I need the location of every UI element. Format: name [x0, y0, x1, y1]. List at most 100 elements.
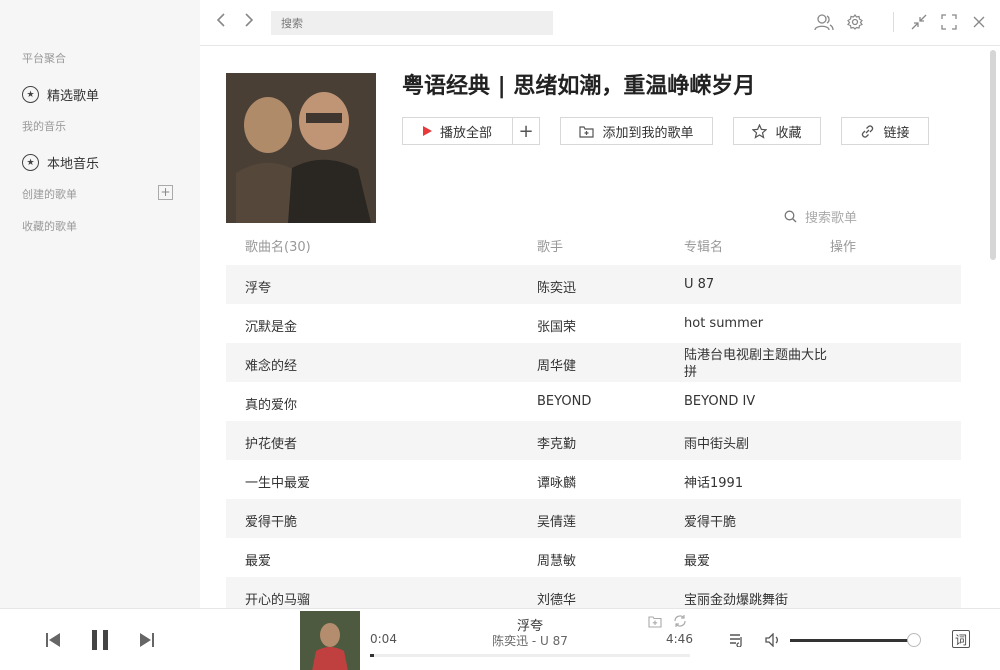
song-artist[interactable]: 周华健: [537, 355, 576, 374]
user-icon: [814, 14, 834, 31]
user-button[interactable]: [813, 11, 835, 33]
volume-slider[interactable]: [790, 633, 921, 647]
close-icon: [973, 16, 985, 28]
song-title: 浮夸: [245, 281, 272, 296]
table-row[interactable]: 难念的经 周华健 陆港台电视剧主题曲大比拼: [226, 343, 961, 382]
search-icon: [784, 210, 797, 223]
sidebar-item-local-label: 本地音乐: [47, 157, 100, 172]
next-button[interactable]: [138, 629, 156, 651]
chevron-right-icon: [245, 13, 254, 27]
lyrics-button[interactable]: 词: [952, 630, 970, 648]
scrollbar-thumb[interactable]: [990, 50, 996, 260]
song-artist[interactable]: 李克勤: [537, 433, 576, 452]
link-label: 链接: [883, 125, 910, 141]
repeat-icon: [674, 615, 686, 627]
song-album[interactable]: 宝丽金劲爆跳舞街: [684, 589, 788, 608]
song-album[interactable]: 最爱: [684, 550, 710, 569]
song-artist[interactable]: 周慧敏: [537, 550, 576, 569]
volume-knob[interactable]: [906, 633, 921, 647]
total-time: 4:46: [666, 632, 693, 646]
playlist-queue-button[interactable]: [728, 631, 746, 649]
add-to-queue-button[interactable]: +: [512, 117, 540, 145]
close-button[interactable]: [968, 11, 990, 33]
song-album[interactable]: 陆港台电视剧主题曲大比拼: [684, 347, 834, 381]
settings-button[interactable]: [844, 11, 866, 33]
table-row[interactable]: 一生中最爱 谭咏麟 神话1991: [226, 460, 961, 499]
song-album[interactable]: 爱得干脆: [684, 511, 736, 530]
fullscreen-button[interactable]: [938, 11, 960, 33]
song-title: 爱得干脆: [245, 515, 298, 530]
forward-button[interactable]: [240, 11, 258, 33]
sidebar-item-local[interactable]: ★ 本地音乐: [22, 153, 99, 172]
volume-button[interactable]: [764, 631, 782, 649]
song-album[interactable]: 神话1991: [684, 472, 743, 491]
repeat-button[interactable]: [672, 613, 688, 629]
music-app: 平台聚合 ★ 精选歌单 我的音乐 ★ 本地音乐 创建的歌单 + 收藏的歌单 搜索…: [0, 0, 1000, 670]
playlist-title: 粤语经典 | 思绪如潮，重温峥嵘岁月: [402, 74, 756, 99]
top-bar: [200, 0, 1000, 46]
song-album[interactable]: 雨中街头剧: [684, 433, 749, 452]
song-title: 开心的马骝: [245, 593, 311, 608]
collect-button[interactable]: 收藏: [733, 117, 821, 145]
play-all-label: 播放全部: [439, 125, 492, 141]
star-circle-icon: ★: [22, 86, 39, 103]
song-artist[interactable]: 刘德华: [537, 589, 576, 608]
sidebar: 平台聚合 ★ 精选歌单 我的音乐 ★ 本地音乐 创建的歌单 + 收藏的歌单: [0, 0, 200, 608]
link-icon: [862, 124, 874, 138]
now-playing-cover[interactable]: [300, 611, 360, 670]
playlist-search[interactable]: 搜索歌单: [784, 207, 857, 226]
create-playlist-button[interactable]: +: [158, 185, 173, 200]
table-row[interactable]: 最爱 周慧敏 最爱: [226, 538, 961, 577]
link-button[interactable]: 链接: [841, 117, 929, 145]
song-title: 沉默是金: [245, 320, 298, 335]
playlist-search-placeholder: 搜索歌单: [805, 211, 858, 226]
minimize-icon: [911, 14, 927, 30]
header-album: 专辑名: [684, 240, 724, 255]
sidebar-section-my-music: 我的音乐: [22, 120, 66, 133]
song-title: 真的爱你: [245, 398, 298, 413]
song-title: 最爱: [245, 554, 272, 569]
add-to-playlist-button[interactable]: [647, 613, 663, 629]
table-row[interactable]: 护花使者 李克勤 雨中街头剧: [226, 421, 961, 460]
star-circle-icon: ★: [22, 154, 39, 171]
song-album[interactable]: U 87: [684, 277, 714, 292]
table-row[interactable]: 开心的马骝 刘德华 宝丽金劲爆跳舞街: [226, 577, 961, 608]
song-title: 难念的经: [245, 359, 298, 374]
minimize-button[interactable]: [908, 11, 930, 33]
play-icon: [422, 126, 432, 136]
search-input[interactable]: [271, 11, 553, 35]
now-playing-art: [300, 611, 360, 670]
song-artist[interactable]: BEYOND: [537, 394, 591, 409]
back-button[interactable]: [212, 11, 230, 33]
add-to-my-playlist-label: 添加到我的歌单: [602, 125, 694, 141]
table-row[interactable]: 爱得干脆 吴倩莲 爱得干脆: [226, 499, 961, 538]
song-artist[interactable]: 陈奕迅: [537, 277, 576, 296]
song-title: 一生中最爱: [245, 476, 311, 491]
volume-fill: [790, 639, 914, 642]
table-row[interactable]: 浮夸 陈奕迅 U 87: [226, 265, 961, 304]
prev-button[interactable]: [44, 629, 62, 651]
sidebar-section-created: 创建的歌单: [22, 188, 77, 201]
progress-bar[interactable]: [370, 654, 690, 657]
sidebar-item-featured-label: 精选歌单: [47, 89, 100, 104]
toolbar-divider: [893, 12, 894, 32]
current-time: 0:04: [370, 632, 397, 646]
chevron-left-icon: [216, 13, 225, 27]
sidebar-item-featured[interactable]: ★ 精选歌单: [22, 85, 99, 104]
table-row[interactable]: 沉默是金 张国荣 hot summer: [226, 304, 961, 343]
pause-button[interactable]: [88, 627, 112, 653]
song-title: 护花使者: [245, 437, 298, 452]
table-row[interactable]: 真的爱你 BEYOND BEYOND IV: [226, 382, 961, 421]
song-artist[interactable]: 张国荣: [537, 316, 576, 335]
add-to-my-playlist-button[interactable]: 添加到我的歌单: [560, 117, 713, 145]
song-artist[interactable]: 吴倩莲: [537, 511, 576, 530]
header-action: 操作: [830, 240, 857, 255]
song-album[interactable]: hot summer: [684, 316, 763, 331]
player-bar: 浮夸 陈奕迅 - U 87 0:04 4:46 词: [0, 608, 1000, 670]
pause-icon: [92, 630, 108, 650]
volume-icon: [764, 633, 778, 647]
play-all-button[interactable]: 播放全部: [402, 117, 513, 145]
song-artist[interactable]: 谭咏麟: [537, 472, 576, 491]
song-album[interactable]: BEYOND IV: [684, 394, 755, 409]
prev-icon: [46, 633, 60, 647]
